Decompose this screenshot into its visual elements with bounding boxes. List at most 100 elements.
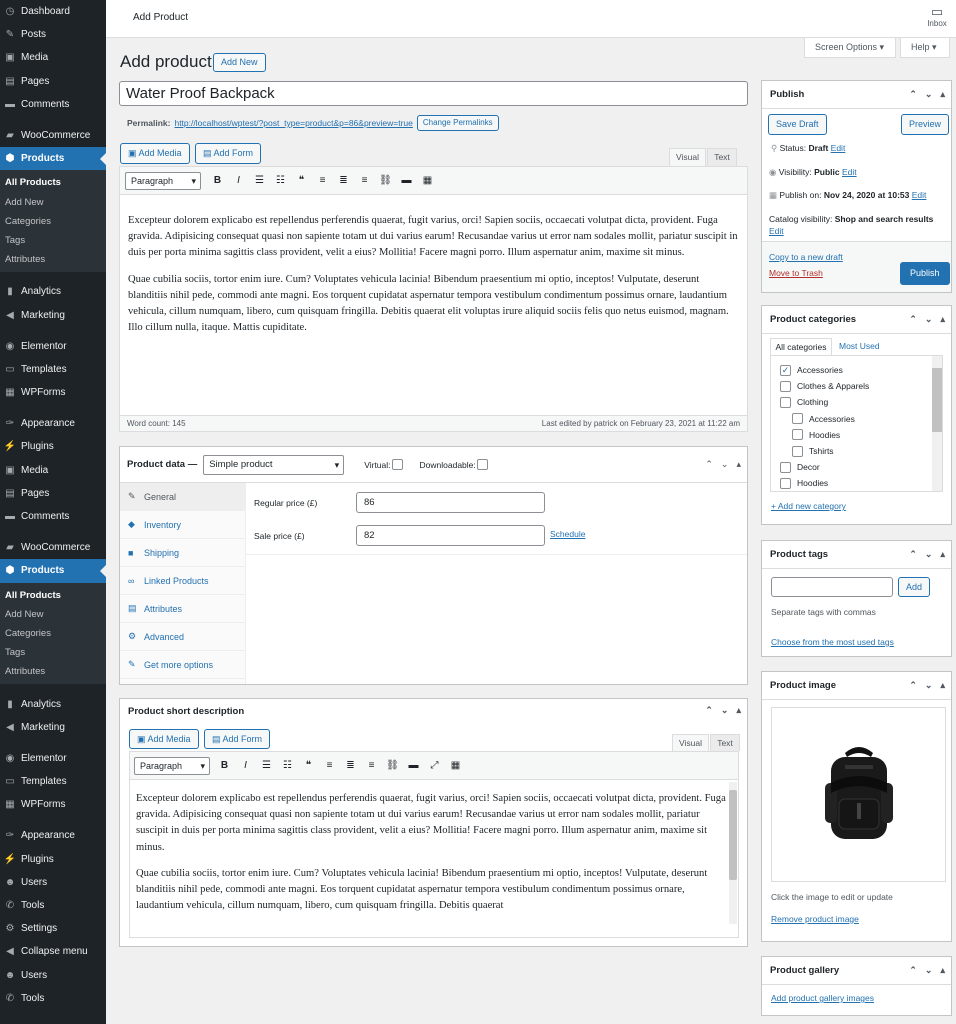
submenu-item[interactable]: All Products	[0, 173, 106, 192]
publish-button[interactable]: Publish	[900, 262, 950, 285]
add-form-button[interactable]: ▤ Add Form	[204, 729, 271, 749]
publish-on-edit-link[interactable]: Edit	[912, 190, 927, 200]
schedule-link[interactable]: Schedule	[550, 529, 585, 539]
bold-icon[interactable]: B	[207, 175, 228, 186]
post-title-input[interactable]: Water Proof Backpack	[119, 81, 748, 106]
sidebar-item-analytics[interactable]: ▮ Analytics	[0, 692, 106, 715]
sidebar-item-wpforms[interactable]: ▦ WPForms	[0, 381, 106, 404]
category-checkbox[interactable]	[780, 461, 791, 473]
submenu-item[interactable]: Categories	[0, 212, 106, 231]
tab-text[interactable]: Text	[710, 734, 740, 751]
regular-price-input[interactable]: 86	[356, 492, 545, 513]
submenu-item[interactable]: Tags	[0, 643, 106, 662]
sidebar-item-dashboard[interactable]: ◷ Dashboard	[0, 0, 106, 23]
toggle-icon[interactable]: ▴	[940, 89, 945, 100]
sidebar-item-templates[interactable]: ▭ Templates	[0, 358, 106, 381]
move-down-icon[interactable]: ⌄	[925, 680, 933, 691]
submenu-item[interactable]: All Products	[0, 586, 106, 605]
preview-button[interactable]: Preview	[901, 114, 950, 135]
copy-draft-link[interactable]: Copy to a new draft	[769, 252, 843, 262]
move-up-icon[interactable]: ⌃	[909, 89, 917, 100]
tab-attributes[interactable]: ▤ Attributes	[120, 595, 245, 623]
category-checkbox[interactable]	[780, 396, 791, 408]
blockquote-icon[interactable]: ❝	[298, 760, 319, 771]
toolbar-toggle-icon[interactable]: ▦	[417, 175, 438, 186]
category-item[interactable]: Decor	[771, 459, 942, 475]
sidebar-item-marketing[interactable]: ◀ Marketing	[0, 303, 106, 326]
sidebar-item-settings[interactable]: ⚙ Settings	[0, 917, 106, 940]
tab-linked-products[interactable]: ∞ Linked Products	[120, 567, 245, 595]
toggle-icon[interactable]: ▴	[940, 549, 945, 560]
category-checkbox[interactable]	[780, 477, 791, 489]
align-left-icon[interactable]: ≡	[312, 175, 333, 186]
category-item[interactable]: Clothing	[771, 394, 942, 410]
sidebar-item-woocommerce[interactable]: ▰ WooCommerce	[0, 536, 106, 559]
scrollbar-thumb[interactable]	[729, 790, 737, 880]
format-select[interactable]: Paragraph	[125, 171, 201, 190]
help-button[interactable]: Help ▾	[900, 38, 950, 58]
move-up-icon[interactable]: ⌃	[909, 314, 917, 325]
downloadable-checkbox[interactable]	[476, 459, 488, 470]
link-icon[interactable]: ⛓	[375, 175, 396, 186]
category-item[interactable]: Clothes & Apparels	[771, 378, 942, 394]
move-up-icon[interactable]: ⌃	[705, 705, 713, 716]
sidebar-item-pages[interactable]: ▤ Pages	[0, 482, 106, 505]
move-down-icon[interactable]: ⌄	[925, 549, 933, 560]
save-draft-button[interactable]: Save Draft	[768, 114, 827, 135]
sidebar-item-users[interactable]: ☻ Users	[0, 871, 106, 894]
add-media-button[interactable]: ▣ Add Media	[129, 729, 199, 749]
categories-scrollbar[interactable]	[932, 356, 942, 491]
numbered-list-icon[interactable]: ☷	[277, 760, 298, 771]
scrollbar[interactable]	[729, 782, 737, 924]
visibility-edit-link[interactable]: Edit	[842, 167, 857, 177]
sidebar-item-users[interactable]: ☻ Users	[0, 964, 106, 987]
add-new-category-link[interactable]: + Add new category	[771, 501, 846, 511]
tab-text[interactable]: Text	[707, 148, 737, 166]
sidebar-item-comments[interactable]: ▬ Comments	[0, 93, 106, 116]
toolbar-toggle-icon[interactable]: ▦	[445, 760, 466, 771]
move-down-icon[interactable]: ⌄	[721, 705, 729, 716]
sidebar-item-products[interactable]: ⬢ Products	[0, 559, 106, 583]
bullet-list-icon[interactable]: ☰	[256, 760, 277, 771]
sidebar-item-plugins[interactable]: ⚡ Plugins	[0, 848, 106, 871]
move-down-icon[interactable]: ⌄	[925, 965, 933, 976]
read-more-icon[interactable]: ▬	[396, 175, 417, 186]
catalog-edit-link[interactable]: Edit	[769, 226, 784, 236]
sidebar-item-plugins[interactable]: ⚡ Plugins	[0, 435, 106, 458]
screen-options-button[interactable]: Screen Options ▾	[804, 38, 896, 58]
move-up-icon[interactable]: ⌃	[909, 965, 917, 976]
move-down-icon[interactable]: ⌄	[925, 89, 933, 100]
toggle-icon[interactable]: ▴	[940, 965, 945, 976]
sidebar-item-media[interactable]: ▣ Media	[0, 46, 106, 69]
sidebar-item-pages[interactable]: ▤ Pages	[0, 70, 106, 93]
fullscreen-icon[interactable]: ⤢	[424, 760, 445, 771]
editor-body[interactable]: Excepteur dolorem explicabo est repellen…	[120, 195, 747, 336]
blockquote-icon[interactable]: ❝	[291, 175, 312, 186]
numbered-list-icon[interactable]: ☷	[270, 175, 291, 186]
product-image[interactable]	[771, 707, 946, 882]
tab-inventory[interactable]: ◆ Inventory	[120, 511, 245, 539]
bold-icon[interactable]: B	[214, 760, 235, 771]
move-up-icon[interactable]: ⌃	[705, 459, 713, 470]
tab-most-used[interactable]: Most Used	[839, 341, 880, 351]
tab-advanced[interactable]: ⚙ Advanced	[120, 623, 245, 651]
tag-input[interactable]	[771, 577, 893, 597]
submenu-item[interactable]: Tags	[0, 231, 106, 250]
sidebar-item-media[interactable]: ▣ Media	[0, 459, 106, 482]
sidebar-item-collapse-menu[interactable]: ◀ Collapse menu	[0, 940, 106, 963]
sidebar-item-marketing[interactable]: ◀ Marketing	[0, 716, 106, 739]
add-media-button[interactable]: ▣ Add Media	[120, 143, 190, 164]
sidebar-item-tools[interactable]: ✆ Tools	[0, 894, 106, 917]
move-up-icon[interactable]: ⌃	[909, 680, 917, 691]
sidebar-item-comments[interactable]: ▬ Comments	[0, 505, 106, 528]
status-edit-link[interactable]: Edit	[831, 143, 846, 153]
sidebar-item-wpforms[interactable]: ▦ WPForms	[0, 793, 106, 816]
add-gallery-images-link[interactable]: Add product gallery images	[771, 993, 874, 1003]
category-checkbox[interactable]	[792, 429, 803, 441]
bullet-list-icon[interactable]: ☰	[249, 175, 270, 186]
sidebar-item-elementor[interactable]: ◉ Elementor	[0, 747, 106, 770]
change-permalinks-button[interactable]: Change Permalinks	[416, 115, 499, 131]
move-down-icon[interactable]: ⌄	[925, 314, 933, 325]
category-checkbox[interactable]: ✓	[780, 364, 791, 376]
align-right-icon[interactable]: ≡	[354, 175, 375, 186]
